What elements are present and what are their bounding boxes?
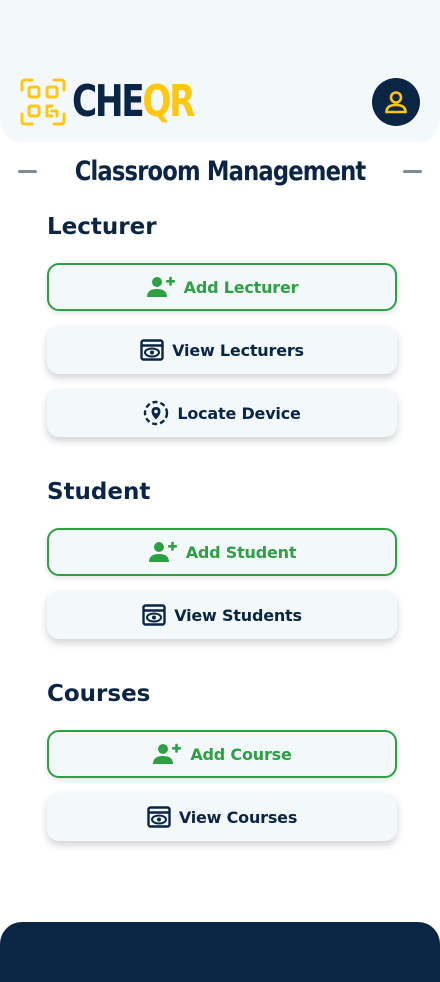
page-title-row: Classroom Management — [18, 152, 422, 190]
add-lecturer-label: Add Lecturer — [183, 277, 299, 297]
app-header: CHE QR — [0, 0, 440, 142]
qr-code-icon — [20, 78, 66, 126]
brand-wordmark: CHE QR — [72, 76, 196, 127]
user-plus-icon — [152, 742, 182, 766]
brand-qr: QR — [142, 76, 195, 127]
view-courses-button[interactable]: View Courses — [47, 793, 397, 841]
page-title: Classroom Management — [74, 155, 367, 187]
app-logo: CHE QR — [20, 78, 227, 132]
view-lecturers-label: View Lecturers — [172, 340, 304, 360]
add-student-button[interactable]: Add Student — [47, 528, 397, 576]
add-lecturer-button[interactable]: Add Lecturer — [47, 263, 397, 311]
view-courses-label: View Courses — [178, 807, 298, 827]
title-rule-left — [18, 169, 37, 173]
user-plus-icon — [148, 540, 178, 564]
add-course-button[interactable]: Add Course — [47, 730, 397, 778]
view-students-button[interactable]: View Students — [47, 591, 397, 639]
title-rule-right — [403, 169, 422, 173]
view-students-label: View Students — [174, 605, 302, 625]
location-pin-icon — [143, 400, 169, 426]
bottom-navigation-bar — [0, 922, 440, 982]
user-plus-icon — [146, 275, 176, 299]
profile-button[interactable] — [372, 78, 420, 126]
eye-icon — [140, 338, 164, 362]
view-lecturers-button[interactable]: View Lecturers — [47, 326, 397, 374]
locate-device-label: Locate Device — [177, 403, 301, 423]
locate-device-button[interactable]: Locate Device — [47, 389, 397, 437]
courses-heading: Courses — [47, 681, 151, 707]
eye-icon — [142, 603, 166, 627]
add-course-label: Add Course — [190, 744, 292, 764]
student-heading: Student — [47, 479, 151, 505]
add-student-label: Add Student — [185, 542, 297, 562]
user-icon — [385, 91, 407, 114]
eye-icon — [147, 805, 171, 829]
brand-che: CHE — [72, 76, 145, 127]
lecturer-heading: Lecturer — [47, 214, 157, 240]
